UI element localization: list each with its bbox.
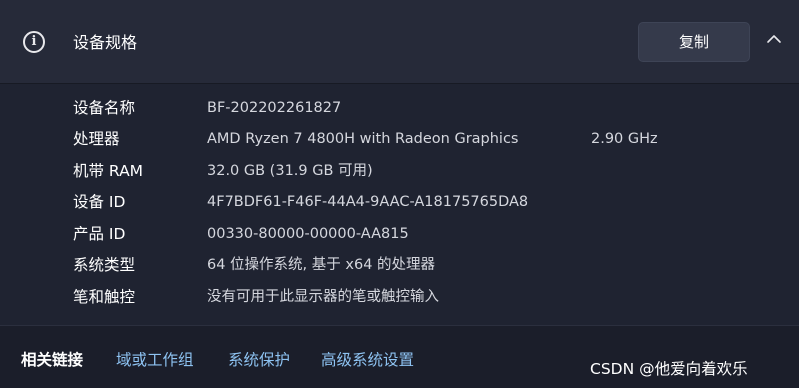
spec-row-pen-touch: 笔和触控 没有可用于此显示器的笔或触控输入 <box>0 284 799 310</box>
spec-label: 设备名称 <box>73 99 136 117</box>
section-title: 设备规格 <box>73 33 138 52</box>
link-domain-workgroup[interactable]: 域或工作组 <box>116 348 194 372</box>
spec-row-processor: 处理器 AMD Ryzen 7 4800H with Radeon Graphi… <box>0 126 799 152</box>
spec-value: 00330-80000-00000-AA815 <box>207 226 409 242</box>
spec-value: AMD Ryzen 7 4800H with Radeon Graphics <box>207 131 519 147</box>
spec-value: 没有可用于此显示器的笔或触控输入 <box>207 289 439 305</box>
spec-label: 处理器 <box>73 130 120 148</box>
spec-value: 64 位操作系统, 基于 x64 的处理器 <box>207 257 436 273</box>
spec-value: 4F7BDF61-F46F-44A4-9AAC-A18175765DA8 <box>207 194 529 210</box>
spec-row-device-id: 设备 ID 4F7BDF61-F46F-44A4-9AAC-A18175765D… <box>0 189 799 215</box>
spec-label: 系统类型 <box>73 256 136 274</box>
spec-label: 产品 ID <box>73 225 126 243</box>
spec-label: 机带 RAM <box>73 162 144 180</box>
watermark: CSDN @他爱向着欢乐 <box>590 360 748 378</box>
spec-list: 设备名称 BF-202202261827 处理器 AMD Ryzen 7 480… <box>0 84 799 325</box>
spec-value: BF-202202261827 <box>207 100 342 116</box>
spec-label: 设备 ID <box>73 193 126 211</box>
spec-value: 32.0 GB (31.9 GB 可用) <box>207 163 373 179</box>
spec-row-device-name: 设备名称 BF-202202261827 <box>0 95 799 121</box>
link-system-protection[interactable]: 系统保护 <box>228 348 290 372</box>
related-links-label: 相关链接 <box>21 351 84 369</box>
device-specs-panel: i 设备规格 复制 设备名称 BF-202202261827 处理器 AMD R… <box>0 0 799 388</box>
info-icon: i <box>23 31 45 53</box>
spec-label: 笔和触控 <box>73 288 136 306</box>
spec-row-product-id: 产品 ID 00330-80000-00000-AA815 <box>0 221 799 247</box>
spec-row-system-type: 系统类型 64 位操作系统, 基于 x64 的处理器 <box>0 252 799 278</box>
device-specs-header[interactable]: i 设备规格 复制 <box>0 0 799 84</box>
spec-clock-speed: 2.90 GHz <box>591 131 658 147</box>
link-advanced-settings[interactable]: 高级系统设置 <box>321 348 414 372</box>
spec-row-ram: 机带 RAM 32.0 GB (31.9 GB 可用) <box>0 158 799 184</box>
copy-button[interactable]: 复制 <box>638 22 750 62</box>
chevron-up-icon[interactable] <box>763 28 785 50</box>
